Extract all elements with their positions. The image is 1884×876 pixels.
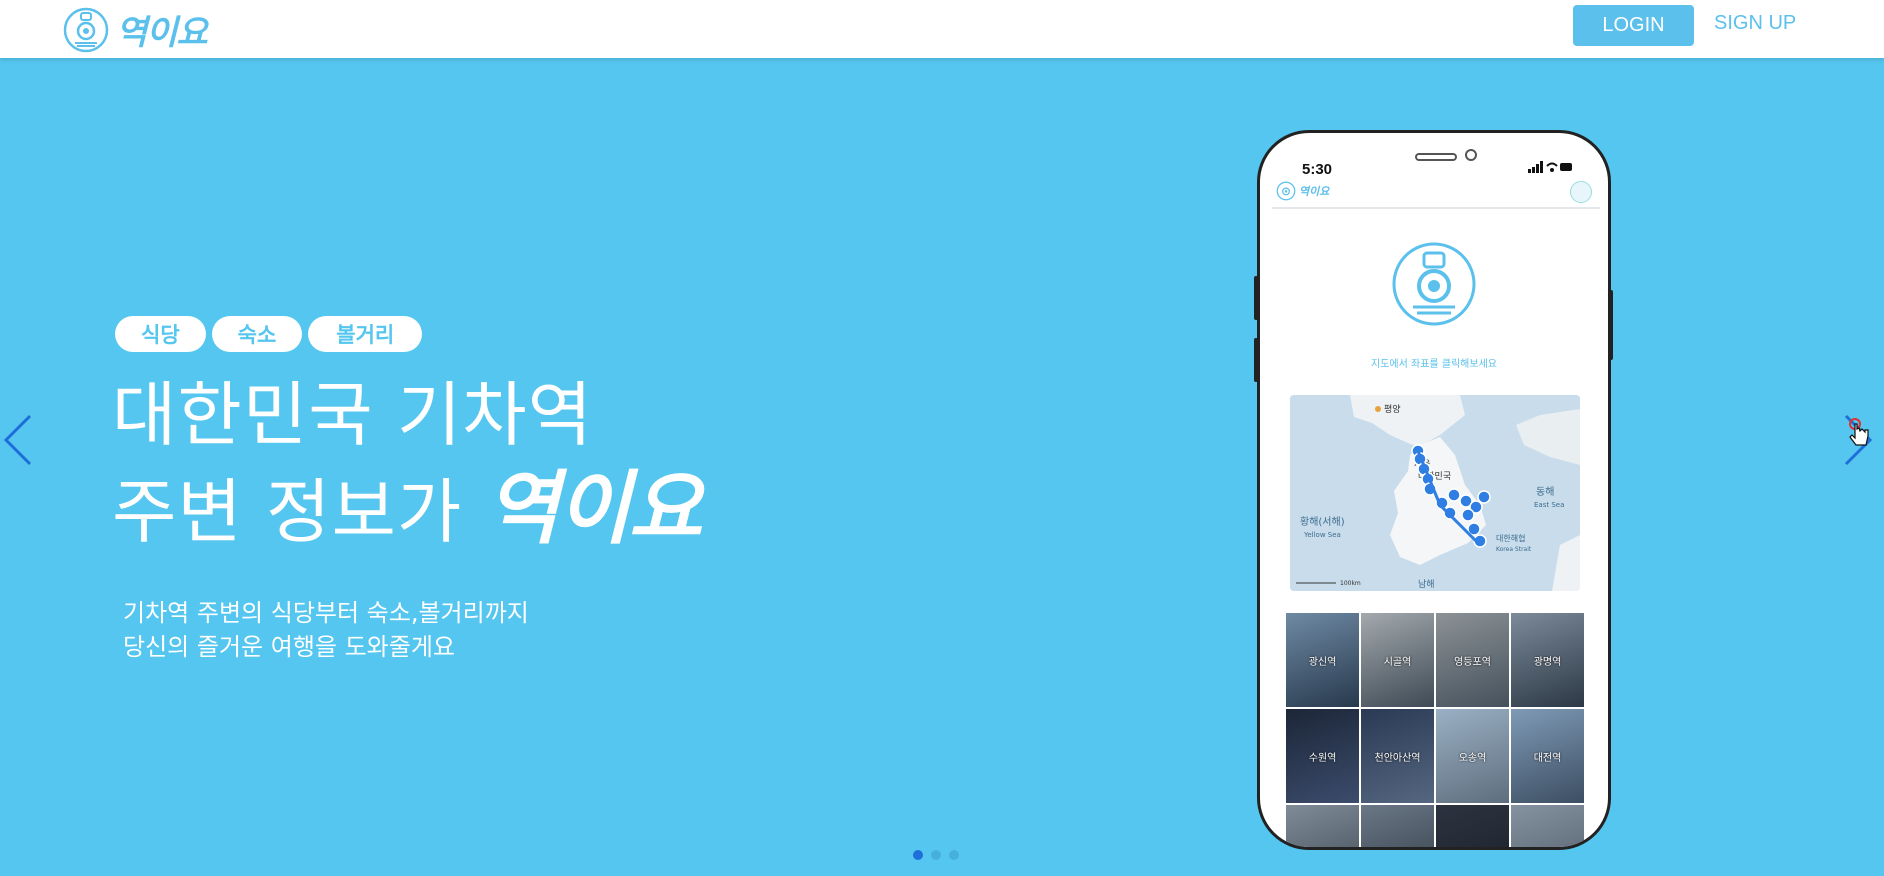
station-tile[interactable] xyxy=(1511,805,1584,847)
tag-attractions[interactable]: 볼거리 xyxy=(308,316,423,352)
station-tile[interactable]: 시골역 xyxy=(1361,613,1434,707)
korea-map-illustration: 평양 서울 대한민국 황해(서해) Yellow Sea 동해 East Sea… xyxy=(1290,395,1580,591)
phone-mockup: 5:30 역이요 지도에서 좌표를 클릭해보세요 평양 대한민국 황해(서해) … xyxy=(1257,130,1611,850)
headline-brand: 역이요 xyxy=(485,462,703,555)
station-tile[interactable]: 대전역 xyxy=(1511,709,1584,803)
subtitle-line-2: 당신의 즐거운 여행을 도와줄게요 xyxy=(123,633,456,661)
brand-logo[interactable]: 역이요 xyxy=(62,5,208,54)
phone-camera xyxy=(1465,149,1477,161)
phone-time: 5:30 xyxy=(1302,161,1333,178)
carousel-dot-2[interactable] xyxy=(931,850,941,860)
station-tile[interactable]: 천안아산역 xyxy=(1361,709,1434,803)
phone-avatar[interactable] xyxy=(1570,181,1592,203)
carousel-dot-3[interactable] xyxy=(949,850,959,860)
hero-subtitle: 기차역 주변의 식당부터 숙소,볼거리까지 당신의 즐거운 여행을 도와줄게요 xyxy=(123,596,529,664)
headline-line-1: 대한민국 기차역 xyxy=(112,374,594,456)
tag-restaurant[interactable]: 식당 xyxy=(115,316,206,352)
map-label-korea-strait: 대한해협 xyxy=(1496,533,1525,543)
korea-map[interactable]: 평양 서울 대한민국 황해(서해) Yellow Sea 동해 East Sea… xyxy=(1290,395,1580,591)
map-label-east-sea-en: East Sea xyxy=(1534,501,1564,509)
map-label-yellow-sea: 황해(서해) xyxy=(1300,515,1345,528)
tag-lodging[interactable]: 숙소 xyxy=(211,316,303,352)
top-navbar: 역이요 LOGIN SIGN UP xyxy=(0,0,1884,58)
phone-app-logo: 역이요 xyxy=(1276,181,1329,201)
hero-headline: 대한민국 기차역 주변 정보가 역이요 xyxy=(112,368,703,559)
station-grid: 광신역 시골역 영등포역 광명역 수원역 천안아산역 오송역 대전역 xyxy=(1286,613,1584,847)
station-tile[interactable]: 영등포역 xyxy=(1436,613,1509,707)
logo-wordmark: 역이요 xyxy=(116,13,208,53)
signal-icon xyxy=(1528,161,1572,173)
train-logo-icon xyxy=(1276,181,1296,201)
station-tile[interactable]: 광명역 xyxy=(1511,613,1584,707)
map-label-pyongyang: 평양 xyxy=(1384,404,1401,415)
phone-logo-text: 역이요 xyxy=(1299,185,1330,198)
hero-carousel: 식당 숙소 볼거리 대한민국 기차역 주변 정보가 역이요 기차역 주변의 식당… xyxy=(0,58,1884,876)
headline-line-2: 주변 정보가 역이요 xyxy=(112,462,703,559)
station-tile[interactable] xyxy=(1436,805,1509,847)
headline-line-2-prefix: 주변 정보가 xyxy=(112,471,463,553)
subtitle-line-1: 기차역 주변의 식당부터 숙소,볼거리까지 xyxy=(123,599,529,627)
carousel-prev-arrow-icon[interactable] xyxy=(0,410,40,470)
train-logo-icon xyxy=(63,7,109,52)
signup-link[interactable]: SIGN UP xyxy=(1714,12,1796,35)
station-tile[interactable] xyxy=(1361,805,1434,847)
station-tile[interactable] xyxy=(1286,805,1359,847)
phone-header-divider xyxy=(1272,207,1600,209)
map-scale: 100km xyxy=(1340,580,1361,587)
login-button[interactable]: LOGIN xyxy=(1573,5,1694,46)
map-instruction: 지도에서 좌표를 클릭해보세요 xyxy=(1371,359,1497,370)
train-emblem-icon xyxy=(1392,242,1476,326)
map-label-yellow-sea-en: Yellow Sea xyxy=(1303,531,1341,539)
phone-speaker xyxy=(1415,153,1457,161)
station-tile[interactable]: 오송역 xyxy=(1436,709,1509,803)
category-tags: 식당 숙소 볼거리 xyxy=(115,316,423,352)
carousel-dots xyxy=(913,850,959,860)
station-tile[interactable]: 수원역 xyxy=(1286,709,1359,803)
phone-status-icons xyxy=(1528,161,1574,176)
map-label-east-sea: 동해 xyxy=(1536,485,1554,498)
station-tile[interactable]: 광신역 xyxy=(1286,613,1359,707)
map-label-south-sea: 남해 xyxy=(1418,579,1435,590)
map-label-korea-strait-en: Korea Strait xyxy=(1496,546,1532,553)
carousel-dot-1[interactable] xyxy=(913,850,923,860)
hand-pointer-cursor-icon xyxy=(1849,418,1869,446)
